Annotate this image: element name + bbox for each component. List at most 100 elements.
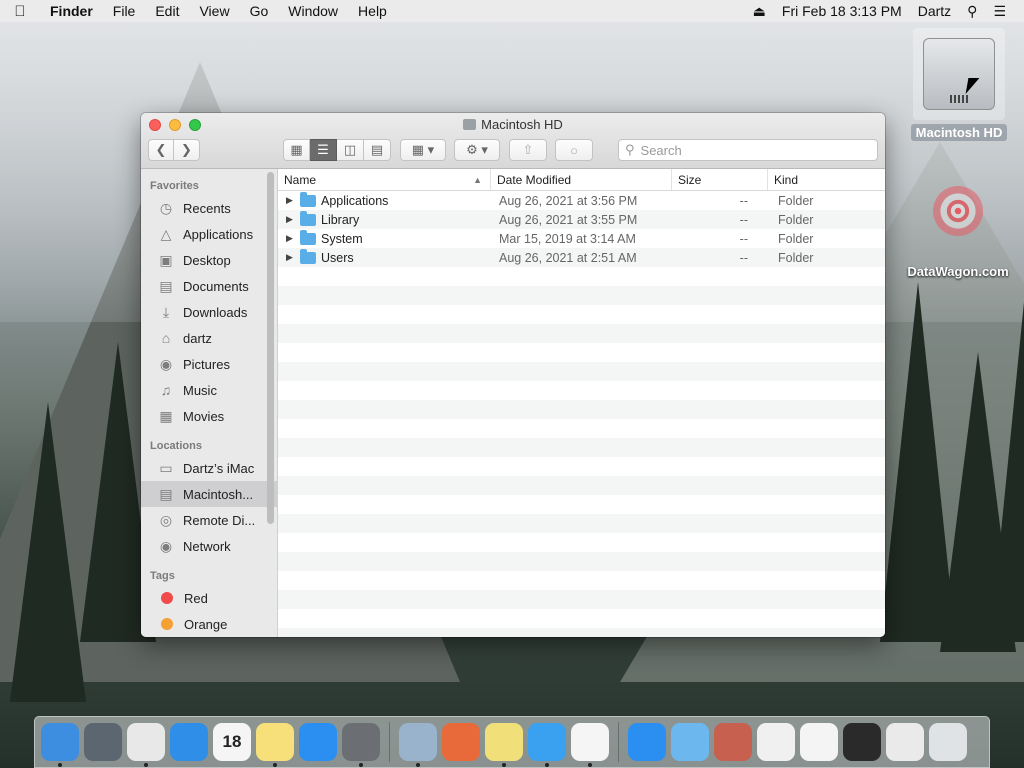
- stickies-icon[interactable]: [485, 723, 523, 767]
- search-field[interactable]: ⚲: [618, 139, 878, 161]
- column-header-name[interactable]: Name ▲: [278, 169, 491, 190]
- safari-icon[interactable]: [170, 723, 208, 761]
- menu-window[interactable]: Window: [278, 3, 348, 19]
- sidebar-item-imac[interactable]: ▭ Dartz’s iMac: [141, 455, 277, 481]
- running-indicator: [416, 763, 420, 767]
- finder-window: Macintosh HD ❮ ❯ ▦ ☰ ◫ ▤ ▦ ▾ ⚙ ▾ ⇧ ○ ⚲ F…: [141, 113, 885, 637]
- film-icon: ▦: [159, 407, 173, 424]
- table-row[interactable]: ▶ System Mar 15, 2019 at 3:14 AM -- Folde…: [278, 229, 885, 248]
- sidebar: Favorites ◷ Recents △ Applications ▣ Deskto…: [141, 169, 278, 637]
- file-size: --: [739, 250, 748, 265]
- finder-icon[interactable]: [41, 723, 79, 767]
- menu-edit[interactable]: Edit: [145, 3, 189, 19]
- disclosure-triangle-icon[interactable]: ▶: [286, 233, 300, 244]
- running-indicator: [58, 763, 62, 767]
- sidebar-item-documents[interactable]: ▤ Documents: [141, 273, 277, 299]
- desktop-icon-datawagon[interactable]: DataWagon.com: [903, 176, 1013, 279]
- dock-separator: [618, 722, 619, 762]
- sidebar-scrollbar[interactable]: [267, 172, 274, 524]
- preview-icon[interactable]: [399, 723, 437, 767]
- apple-menu-icon[interactable]: : [0, 3, 40, 20]
- file-kind: Folder: [778, 212, 814, 227]
- tag-button[interactable]: ○: [555, 139, 593, 161]
- list-view-button[interactable]: ☰: [310, 139, 337, 161]
- sidebar-item-tag-orange[interactable]: Orange: [141, 611, 277, 637]
- sidebar-item-recents[interactable]: ◷ Recents: [141, 195, 277, 221]
- column-header-date-modified[interactable]: Date Modified: [491, 169, 672, 190]
- menu-file[interactable]: File: [103, 3, 146, 19]
- disclosure-triangle-icon[interactable]: ▶: [286, 252, 300, 263]
- sidebar-item-label: Documents: [183, 278, 249, 294]
- table-row[interactable]: ▶ Users Aug 26, 2021 at 2:51 AM -- Folder: [278, 248, 885, 267]
- disc-icon: ◎: [159, 511, 173, 528]
- desktop-icon-macintosh-hd[interactable]: Macintosh HD: [911, 28, 1007, 141]
- hard-drive-icon: [913, 28, 1005, 120]
- gallery-view-button[interactable]: ▤: [364, 139, 391, 161]
- menu-help[interactable]: Help: [348, 3, 397, 19]
- launchpad-icon[interactable]: [84, 723, 122, 761]
- sidebar-item-macintosh-hd[interactable]: ▤ Macintosh...: [141, 481, 277, 507]
- notification-center-icon[interactable]: ☰: [985, 3, 1014, 20]
- forward-button[interactable]: ❯: [174, 139, 200, 161]
- menu-app-name[interactable]: Finder: [40, 3, 103, 19]
- back-button[interactable]: ❮: [148, 139, 174, 161]
- menu-view[interactable]: View: [189, 3, 239, 19]
- chrome-icon[interactable]: [127, 723, 165, 767]
- sidebar-item-pictures[interactable]: ◉ Pictures: [141, 351, 277, 377]
- downloads-icon: ⤓: [162, 303, 170, 320]
- sidebar-item-label: dartz: [183, 330, 212, 346]
- notes-icon[interactable]: [256, 723, 294, 767]
- sidebar-item-label: Dartz’s iMac: [183, 460, 255, 476]
- share-button[interactable]: ⇧: [509, 139, 547, 161]
- clock-icon: ◷: [159, 199, 173, 216]
- menu-clock[interactable]: Fri Feb 18 3:13 PM: [774, 3, 910, 19]
- menu-go[interactable]: Go: [240, 3, 279, 19]
- running-indicator: [502, 763, 506, 767]
- document-thumbnail-icon[interactable]: [800, 723, 838, 761]
- sidebar-item-music[interactable]: ♫ Music: [141, 377, 277, 403]
- trash-icon[interactable]: [929, 723, 967, 761]
- folder-icon[interactable]: [671, 723, 709, 761]
- music-icon: ♫: [160, 382, 172, 398]
- sidebar-item-desktop[interactable]: ▣ Desktop: [141, 247, 277, 273]
- document-thumbnail-icon[interactable]: [886, 723, 924, 761]
- sidebar-item-label: Movies: [183, 408, 225, 424]
- itunes-icon[interactable]: [571, 723, 609, 767]
- window-title-text: Macintosh HD: [481, 117, 563, 132]
- spotlight-icon[interactable]: ⚲: [959, 3, 985, 20]
- column-view-button[interactable]: ◫: [337, 139, 364, 161]
- menu-user[interactable]: Dartz: [910, 3, 959, 19]
- photo-thumbnail-icon[interactable]: [714, 723, 752, 761]
- app-store-folder-icon[interactable]: [628, 723, 666, 761]
- sidebar-item-applications[interactable]: △ Applications: [141, 221, 277, 247]
- sidebar-item-movies[interactable]: ▦ Movies: [141, 403, 277, 429]
- messages-icon[interactable]: [528, 723, 566, 767]
- disclosure-triangle-icon[interactable]: ▶: [286, 195, 300, 206]
- action-gear-button[interactable]: ⚙ ▾: [454, 139, 500, 161]
- documents-icon: ▤: [159, 277, 173, 294]
- group-by-button[interactable]: ▦ ▾: [400, 139, 446, 161]
- desktop-icon-label: Macintosh HD: [911, 124, 1007, 141]
- desktop-icon: ▣: [159, 251, 173, 268]
- app-store-icon[interactable]: [299, 723, 337, 761]
- column-header-size[interactable]: Size: [672, 169, 768, 190]
- calendar-icon[interactable]: 18: [213, 723, 251, 761]
- search-input[interactable]: [640, 142, 851, 158]
- document-thumbnail-icon[interactable]: [757, 723, 795, 761]
- sidebar-item-downloads[interactable]: ⤓ Downloads: [141, 299, 277, 325]
- disclosure-triangle-icon[interactable]: ▶: [286, 214, 300, 225]
- table-row[interactable]: ▶ Applications Aug 26, 2021 at 3:56 PM --…: [278, 191, 885, 210]
- table-row[interactable]: ▶ Library Aug 26, 2021 at 3:55 PM -- Fold…: [278, 210, 885, 229]
- eject-icon[interactable]: ⏏: [745, 3, 774, 20]
- sidebar-item-remote-disc[interactable]: ◎ Remote Di...: [141, 507, 277, 533]
- icon-view-button[interactable]: ▦: [283, 139, 310, 161]
- file-name: Applications: [321, 193, 389, 208]
- system-preferences-icon[interactable]: [342, 723, 380, 767]
- sidebar-item-network[interactable]: ◉ Network: [141, 533, 277, 559]
- sidebar-item-home[interactable]: ⌂ dartz: [141, 325, 277, 351]
- grapher-icon[interactable]: [442, 723, 480, 761]
- screenshot-thumbnail-icon[interactable]: [843, 723, 881, 761]
- column-header-kind[interactable]: Kind: [768, 169, 885, 190]
- file-list: Name ▲ Date Modified Size Kind ▶ Applicati…: [278, 169, 885, 637]
- sidebar-item-tag-red[interactable]: Red: [141, 585, 277, 611]
